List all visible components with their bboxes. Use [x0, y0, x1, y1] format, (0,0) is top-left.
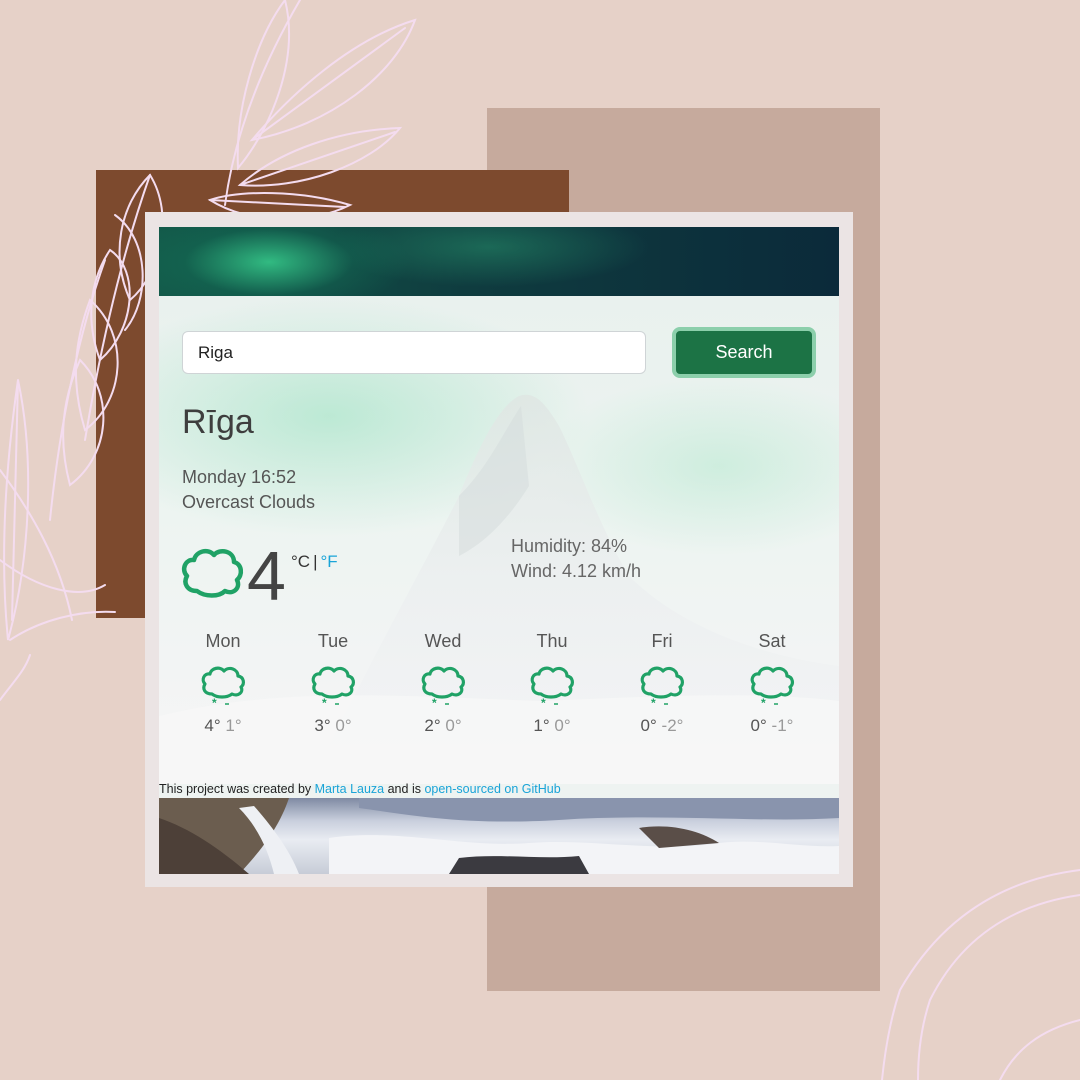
search-button[interactable]: Search [672, 327, 816, 378]
cloud-snow-icon: * [530, 666, 574, 708]
forecast-temps: 0° -1° [732, 716, 812, 736]
svg-text:*: * [212, 696, 217, 708]
cloud-snow-icon: * [201, 666, 245, 708]
forecast-temps: 4° 1° [183, 716, 263, 736]
github-link[interactable]: open-sourced on GitHub [424, 782, 560, 796]
city-name: Rīga [182, 403, 254, 441]
cloud-snow-icon: * [750, 666, 794, 708]
forecast-max: 0° [750, 716, 767, 735]
app-frame: Search Rīga Monday 16:52 Overcast Clouds… [145, 212, 853, 887]
forecast-day: Wed * 2° 0° [403, 631, 483, 736]
forecast-day-name: Wed [424, 631, 462, 651]
forecast-day-name: Tue [317, 631, 349, 651]
footer-credit: This project was created by Marta Lauza … [159, 781, 839, 798]
forecast-min: 0° [335, 716, 352, 735]
svg-text:*: * [651, 696, 656, 708]
forecast-min: -2° [661, 716, 684, 735]
forecast-day-name: Mon [205, 631, 241, 651]
forecast-min: 0° [445, 716, 462, 735]
unit-toggle: °C | °F [291, 552, 338, 572]
forecast-min: 1° [225, 716, 242, 735]
fahrenheit-link[interactable]: °F [321, 552, 338, 571]
cloud-icon [181, 548, 244, 598]
forecast-day: Thu * 1° 0° [512, 631, 592, 736]
forecast-day-name: Sat [758, 631, 786, 651]
forecast-max: 1° [533, 716, 550, 735]
forecast-day-name: Thu [536, 631, 568, 651]
forecast-day: Tue * 3° 0° [293, 631, 373, 736]
current-temperature: 4 [247, 537, 286, 615]
humidity: Humidity: 84% [511, 536, 628, 556]
forecast-min: 0° [554, 716, 571, 735]
forecast-min: -1° [771, 716, 794, 735]
forecast-max: 2° [424, 716, 441, 735]
weather-app: Search Rīga Monday 16:52 Overcast Clouds… [159, 227, 839, 874]
search-input[interactable] [182, 331, 646, 374]
wind-speed: Wind: 4.12 km/h [511, 561, 642, 581]
forecast-temps: 3° 0° [293, 716, 373, 736]
weather-description: Overcast Clouds [182, 492, 316, 512]
svg-text:*: * [322, 696, 327, 708]
forecast-day: Sat * 0° -1° [732, 631, 812, 736]
svg-text:*: * [432, 696, 437, 708]
forecast-max: 4° [204, 716, 221, 735]
date-time: Monday 16:52 [182, 467, 297, 487]
author-link[interactable]: Marta Lauza [315, 782, 384, 796]
footer-text: This project was created by [159, 782, 312, 796]
cloud-snow-icon: * [311, 666, 355, 708]
footer-text: and is [387, 782, 421, 796]
celsius-unit: °C [291, 552, 311, 571]
forecast-temps: 1° 0° [512, 716, 592, 736]
cloud-snow-icon: * [421, 666, 465, 708]
unit-separator: | [313, 552, 318, 571]
aurora-header-image [159, 227, 839, 296]
svg-text:*: * [761, 696, 766, 708]
cloud-snow-icon: * [640, 666, 684, 708]
svg-text:*: * [541, 696, 546, 708]
forecast-day: Fri * 0° -2° [622, 631, 702, 736]
forecast-max: 3° [314, 716, 331, 735]
waterfall-footer-image [159, 798, 839, 874]
forecast-day-name: Fri [651, 631, 673, 651]
forecast-temps: 2° 0° [403, 716, 483, 736]
forecast-max: 0° [640, 716, 657, 735]
forecast-day: Mon * 4° 1° [183, 631, 263, 736]
forecast-temps: 0° -2° [622, 716, 702, 736]
